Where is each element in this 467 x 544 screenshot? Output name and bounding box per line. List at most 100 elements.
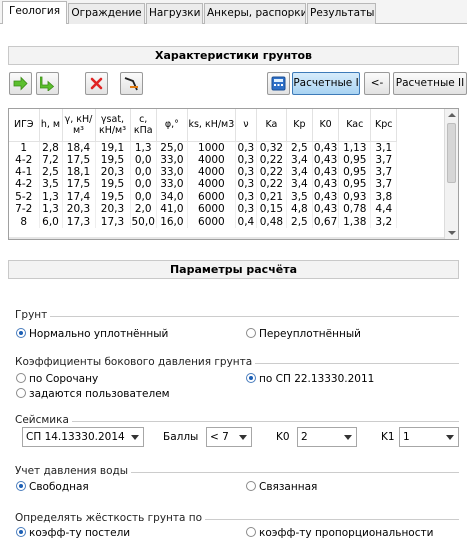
table-cell[interactable]: 3,7 bbox=[370, 153, 398, 166]
table-cell[interactable]: 4,4 bbox=[370, 203, 398, 216]
table-cell[interactable]: 7,2 bbox=[39, 153, 63, 166]
table-cell[interactable]: 1,38 bbox=[338, 215, 372, 228]
col-header-h[interactable]: h, м bbox=[39, 109, 63, 142]
table-cell[interactable]: 1000 bbox=[187, 141, 236, 154]
table-cell[interactable]: 4-2 bbox=[9, 153, 40, 166]
table-cell[interactable]: 0,0 bbox=[130, 190, 157, 204]
col-header-phi[interactable]: φ,° bbox=[156, 109, 188, 142]
table-cell[interactable]: 0,0 bbox=[130, 153, 157, 166]
col-header-k0[interactable]: K0 bbox=[312, 109, 340, 142]
table-cell[interactable]: 19,5 bbox=[95, 153, 131, 166]
table-cell[interactable]: 3,7 bbox=[370, 178, 398, 191]
table-cell[interactable]: 0,43 bbox=[312, 203, 340, 216]
table-cell[interactable]: 17,5 bbox=[62, 178, 96, 191]
table-cell[interactable]: 2,0 bbox=[130, 203, 157, 216]
col-header-ka[interactable]: Ka bbox=[256, 109, 287, 142]
table-row[interactable]: 4-1 2,5 18,1 20,3 0,0 33,0 4000 0,3 0,22 3,4 0,43 0… bbox=[9, 165, 398, 179]
swap-button[interactable]: <- bbox=[364, 72, 390, 95]
table-cell[interactable]: 2,8 bbox=[39, 141, 63, 154]
table-cell[interactable]: 2,5 bbox=[39, 165, 63, 179]
add-row-button[interactable] bbox=[9, 72, 32, 95]
table-cell[interactable]: 33,0 bbox=[156, 178, 188, 191]
table-cell[interactable]: 1,13 bbox=[338, 141, 372, 154]
col-header-kac[interactable]: Kac bbox=[338, 109, 372, 142]
table-cell[interactable]: 0,43 bbox=[312, 178, 340, 191]
scroll-thumb[interactable] bbox=[447, 123, 456, 183]
table-cell[interactable]: 6000 bbox=[187, 215, 236, 228]
table-cell[interactable]: 50,0 bbox=[130, 215, 157, 228]
table-cell[interactable]: 0,3 bbox=[235, 178, 257, 191]
table-cell[interactable]: 6,0 bbox=[39, 215, 63, 228]
table-cell[interactable]: 3,4 bbox=[286, 153, 313, 166]
table-cell[interactable]: 0,15 bbox=[256, 203, 287, 216]
table-cell[interactable]: 0,43 bbox=[312, 165, 340, 179]
table-cell[interactable]: 0,3 bbox=[235, 165, 257, 179]
calc-ii-button[interactable]: Расчетные II bbox=[393, 72, 467, 95]
radio-normal-consolidated[interactable]: Нормально уплотнённый bbox=[16, 328, 168, 340]
table-cell[interactable]: 0,95 bbox=[338, 165, 372, 179]
table-cell[interactable]: 3,4 bbox=[286, 165, 313, 179]
table-cell[interactable]: 17,5 bbox=[62, 153, 96, 166]
delete-row-button[interactable] bbox=[85, 72, 108, 95]
table-cell[interactable]: 5-2 bbox=[9, 190, 40, 204]
table-cell[interactable]: 0,21 bbox=[256, 190, 287, 204]
table-cell[interactable]: 1,3 bbox=[39, 190, 63, 204]
radio-user-defined[interactable]: задаются пользователем bbox=[16, 388, 170, 400]
table-cell[interactable]: 3,8 bbox=[370, 190, 398, 204]
k0-select[interactable]: 2 bbox=[297, 427, 357, 447]
table-cell[interactable]: 18,4 bbox=[62, 141, 96, 154]
table-cell[interactable]: 1,3 bbox=[130, 141, 157, 154]
col-header-gamma-sat[interactable]: γsat, кН/м³ bbox=[95, 109, 131, 142]
table-cell[interactable]: 6000 bbox=[187, 203, 236, 216]
table-cell[interactable]: 17,4 bbox=[62, 190, 96, 204]
table-cell[interactable]: 20,3 bbox=[95, 165, 131, 179]
table-cell[interactable]: 0,43 bbox=[312, 153, 340, 166]
table-cell[interactable]: 3,4 bbox=[286, 178, 313, 191]
table-cell[interactable]: 3,1 bbox=[370, 141, 398, 154]
table-cell[interactable]: 0,0 bbox=[130, 178, 157, 191]
scroll-up-icon[interactable] bbox=[448, 113, 456, 117]
insert-row-button[interactable] bbox=[36, 72, 59, 95]
tab-results[interactable]: Результаты bbox=[307, 3, 376, 24]
table-cell[interactable]: 4,8 bbox=[286, 203, 313, 216]
table-row[interactable]: 1 2,8 18,4 19,1 1,3 25,0 1000 0,3 0,32 2,5 0,43 1,1… bbox=[9, 141, 398, 154]
col-header-nu[interactable]: ν bbox=[235, 109, 257, 142]
table-cell[interactable]: 0,22 bbox=[256, 153, 287, 166]
table-cell[interactable]: 0,67 bbox=[312, 215, 340, 228]
table-cell[interactable]: 16,0 bbox=[156, 215, 188, 228]
radio-sorochan[interactable]: по Сорочану bbox=[16, 373, 98, 385]
table-cell[interactable]: 0,3 bbox=[235, 203, 257, 216]
table-cell[interactable]: 0,3 bbox=[235, 141, 257, 154]
chart-button[interactable] bbox=[120, 72, 143, 95]
soil-table[interactable]: ИГЭ h, м γ, кН/м³ γsat, кН/м³ c, кПа φ,°… bbox=[8, 108, 459, 240]
table-cell[interactable]: 34,0 bbox=[156, 190, 188, 204]
col-header-kp[interactable]: Kp bbox=[286, 109, 313, 142]
col-header-kpc[interactable]: Kpc bbox=[370, 109, 398, 142]
table-cell[interactable]: 4-1 bbox=[9, 165, 40, 179]
tab-enclosure[interactable]: Ограждение bbox=[68, 3, 145, 24]
table-cell[interactable]: 4000 bbox=[187, 153, 236, 166]
table-cell[interactable]: 7-2 bbox=[9, 203, 40, 216]
table-row[interactable]: 7-2 1,3 20,3 20,3 2,0 41,0 6000 0,3 0,15 4,8 0,43 0… bbox=[9, 203, 398, 216]
table-cell[interactable]: 0,3 bbox=[235, 153, 257, 166]
radio-sp22[interactable]: по СП 22.13330.2011 bbox=[246, 373, 374, 385]
seismic-standard-select[interactable]: СП 14.13330.2014 bbox=[22, 427, 144, 447]
table-cell[interactable]: 0,48 bbox=[256, 215, 287, 228]
table-cell[interactable]: 0,95 bbox=[338, 178, 372, 191]
table-cell[interactable]: 3,2 bbox=[370, 215, 398, 228]
table-cell[interactable]: 1,3 bbox=[39, 203, 63, 216]
table-cell[interactable]: 0,95 bbox=[338, 153, 372, 166]
table-cell[interactable]: 8 bbox=[9, 215, 40, 228]
col-header-gamma[interactable]: γ, кН/м³ bbox=[62, 109, 96, 142]
calc-i-button[interactable]: Расчетные I bbox=[292, 72, 360, 95]
table-row[interactable]: 4-2 3,5 17,5 19,5 0,0 33,0 4000 0,3 0,22 3,4 0,43 0… bbox=[9, 178, 398, 191]
table-cell[interactable]: 20,3 bbox=[95, 203, 131, 216]
table-cell[interactable]: 33,0 bbox=[156, 165, 188, 179]
table-cell[interactable]: 17,3 bbox=[95, 215, 131, 228]
table-cell[interactable]: 19,5 bbox=[95, 178, 131, 191]
radio-overconsolidated[interactable]: Переуплотнённый bbox=[246, 328, 361, 340]
radio-subgrade-coef[interactable]: коэфф-ту постели bbox=[16, 527, 130, 539]
table-cell[interactable]: 41,0 bbox=[156, 203, 188, 216]
table-cell[interactable]: 4-2 bbox=[9, 178, 40, 191]
table-cell[interactable]: 25,0 bbox=[156, 141, 188, 154]
